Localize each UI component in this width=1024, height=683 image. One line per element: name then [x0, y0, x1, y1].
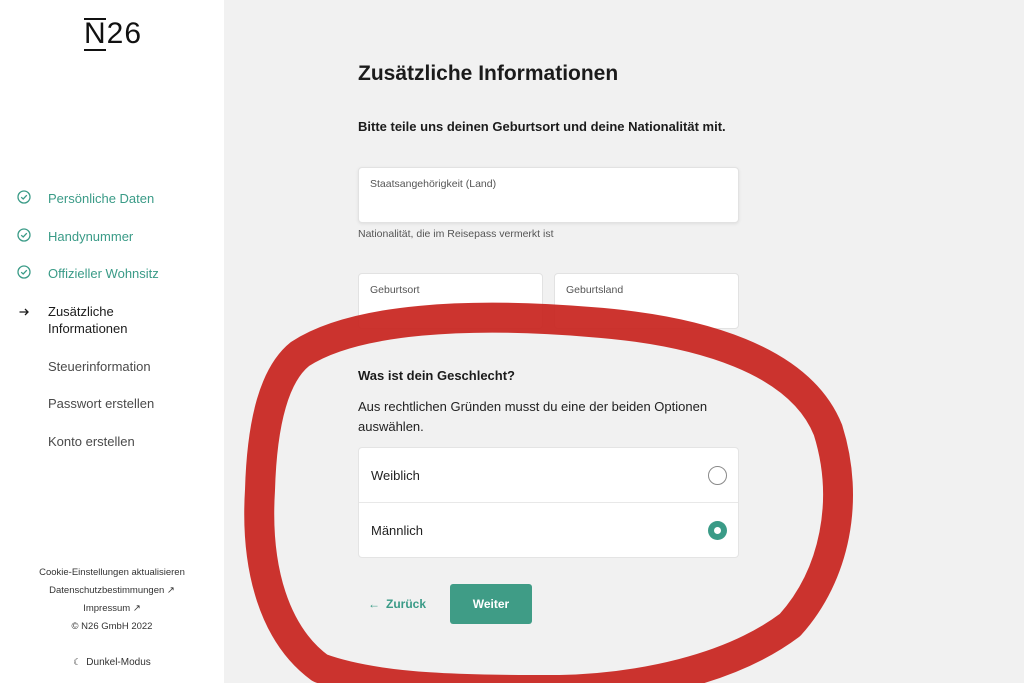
arrow-right-icon [19, 308, 29, 315]
step-label: Persönliche Daten [48, 191, 155, 206]
step-persoenliche-daten[interactable]: Persönliche Daten [0, 178, 224, 216]
check-circle-icon [17, 265, 31, 279]
next-button[interactable]: Weiter [450, 584, 532, 624]
n26-logo[interactable]: N26 [84, 16, 142, 52]
option-label: Männlich [371, 523, 424, 538]
progress-steps: Persönliche Daten Handynummer Offizielle… [0, 178, 224, 458]
copyright: © N26 GmbH 2022 [71, 621, 153, 632]
gender-question: Was ist dein Geschlecht? [358, 368, 516, 383]
birth-question: Bitte teile uns deinen Geburtsort und de… [358, 119, 726, 134]
option-weiblich[interactable]: Weiblich [359, 448, 738, 503]
step-steuerinformation: Steuerinformation [0, 346, 224, 384]
footer-links: Cookie-Einstellungen aktualisieren Daten… [0, 564, 224, 636]
nationality-field[interactable]: Staatsangehörigkeit (Land) [358, 167, 739, 223]
sidebar: N26 Persönliche Daten Handynummer Offizi… [0, 0, 224, 683]
back-button[interactable]: ← Zurück [368, 597, 426, 611]
step-passwort-erstellen: Passwort erstellen [0, 383, 224, 421]
radio-selected[interactable] [708, 521, 727, 540]
gender-description: Aus rechtlichen Gründen musst du eine de… [358, 399, 708, 434]
step-label: Passwort erstellen [48, 396, 155, 411]
radio-unselected[interactable] [708, 466, 727, 485]
step-offizieller-wohnsitz[interactable]: Offizieller Wohnsitz [0, 253, 224, 291]
step-label: Offizieller Wohnsitz [48, 266, 159, 281]
dark-mode-toggle[interactable]: ☾ Dunkel-Modus [0, 657, 224, 668]
nationality-placeholder: Staatsangehörigkeit (Land) [370, 178, 497, 190]
imprint-link[interactable]: Impressum ↗ [0, 600, 224, 618]
check-circle-icon [17, 227, 31, 242]
arrow-left-icon: ← [368, 597, 380, 611]
step-handynummer[interactable]: Handynummer [0, 216, 224, 254]
nationality-hint: Nationalität, die im Reisepass vermerkt … [358, 228, 554, 240]
cookie-settings-link[interactable]: Cookie-Einstellungen aktualisieren [0, 564, 224, 582]
step-label: Steuerinformation [48, 358, 151, 374]
step-label: Handynummer [48, 228, 134, 244]
birthplace-field[interactable]: Geburtsort [358, 273, 543, 329]
step-label: Zusätzliche Informationen [48, 303, 128, 336]
gender-options: Weiblich Männlich [358, 447, 739, 558]
check-circle-icon [17, 190, 31, 204]
step-zusaetzliche-informationen: Zusätzliche Informationen [0, 291, 224, 346]
step-konto-erstellen: Konto erstellen [0, 421, 224, 459]
option-label: Weiblich [371, 468, 420, 483]
option-maennlich[interactable]: Männlich [359, 503, 738, 558]
birthcountry-field[interactable]: Geburtsland [554, 273, 739, 329]
moon-icon: ☾ [73, 657, 82, 667]
birthcountry-placeholder: Geburtsland [566, 284, 624, 296]
birthplace-placeholder: Geburtsort [370, 284, 420, 296]
privacy-link[interactable]: Datenschutzbestimmungen ↗ [0, 582, 224, 600]
step-label: Konto erstellen [48, 433, 135, 449]
page-title: Zusätzliche Informationen [358, 62, 619, 85]
